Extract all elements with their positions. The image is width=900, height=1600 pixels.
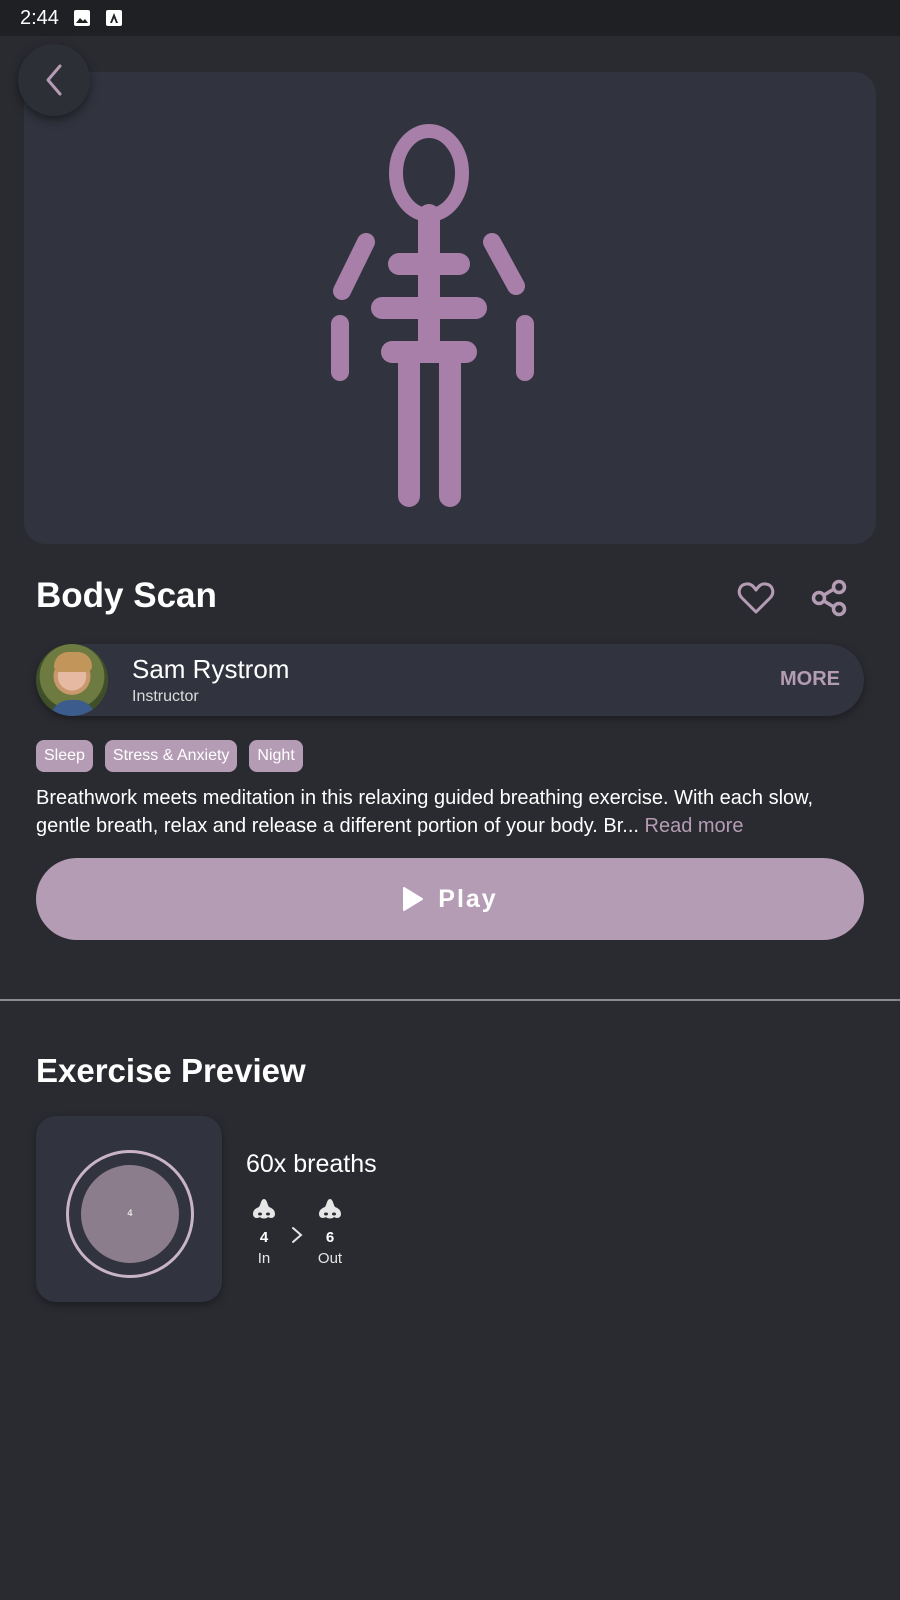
app-notification-icon [105,9,123,27]
more-button[interactable]: MORE [780,668,840,691]
avatar-shirt [50,700,96,716]
nose-icon [319,1199,341,1219]
status-bar: 2:44 [0,0,900,36]
instructor-card[interactable]: Sam Rystrom Instructor MORE [36,644,864,716]
instructor-role: Instructor [132,688,199,705]
phase-inhale-seconds: 4 [259,1229,269,1246]
share-icon [811,579,847,617]
tag-stress-anxiety[interactable]: Stress & Anxiety [104,740,238,772]
status-time: 2:44 [20,6,59,29]
breath-circle-ring: 4 [66,1150,194,1278]
read-more-link[interactable]: Read more [645,815,744,837]
chevron-right-icon [292,1227,303,1243]
breath-circle: 4 [81,1165,179,1263]
exercise-title: Body Scan [36,576,217,615]
instructor-avatar [36,644,108,716]
tag-list: Sleep Stress & Anxiety Night [36,740,303,772]
phase-exhale-label: Out [317,1250,343,1267]
phase-exhale: 6 Out [310,1198,350,1267]
image-notification-icon [73,9,91,27]
phase-exhale-seconds: 6 [325,1229,335,1246]
breathing-preview-card[interactable]: 4 [36,1116,222,1302]
chevron-left-icon [46,64,62,96]
tag-sleep[interactable]: Sleep [36,740,93,772]
breath-circle-count: 4 [127,1209,133,1219]
play-icon [403,887,424,911]
favorite-button[interactable] [736,578,776,618]
section-divider [0,999,900,1001]
tag-night[interactable]: Night [249,740,303,772]
exercise-preview-title: Exercise Preview [36,1052,306,1089]
body-figure-illustration [331,124,534,507]
heart-icon [737,582,775,614]
instructor-name: Sam Rystrom [132,654,290,684]
share-button[interactable] [810,578,850,618]
back-button[interactable] [18,44,90,116]
avatar-hair [54,652,92,672]
hero-image-card [24,72,876,544]
phase-inhale-label: In [257,1250,271,1267]
nose-icon [253,1199,275,1219]
breath-count: 60x breaths [246,1150,377,1178]
phase-inhale: 4 In [244,1198,284,1267]
play-label: Play [438,884,498,913]
play-button[interactable]: Play [36,858,864,940]
exercise-description: Breathwork meets meditation in this rela… [36,784,866,840]
